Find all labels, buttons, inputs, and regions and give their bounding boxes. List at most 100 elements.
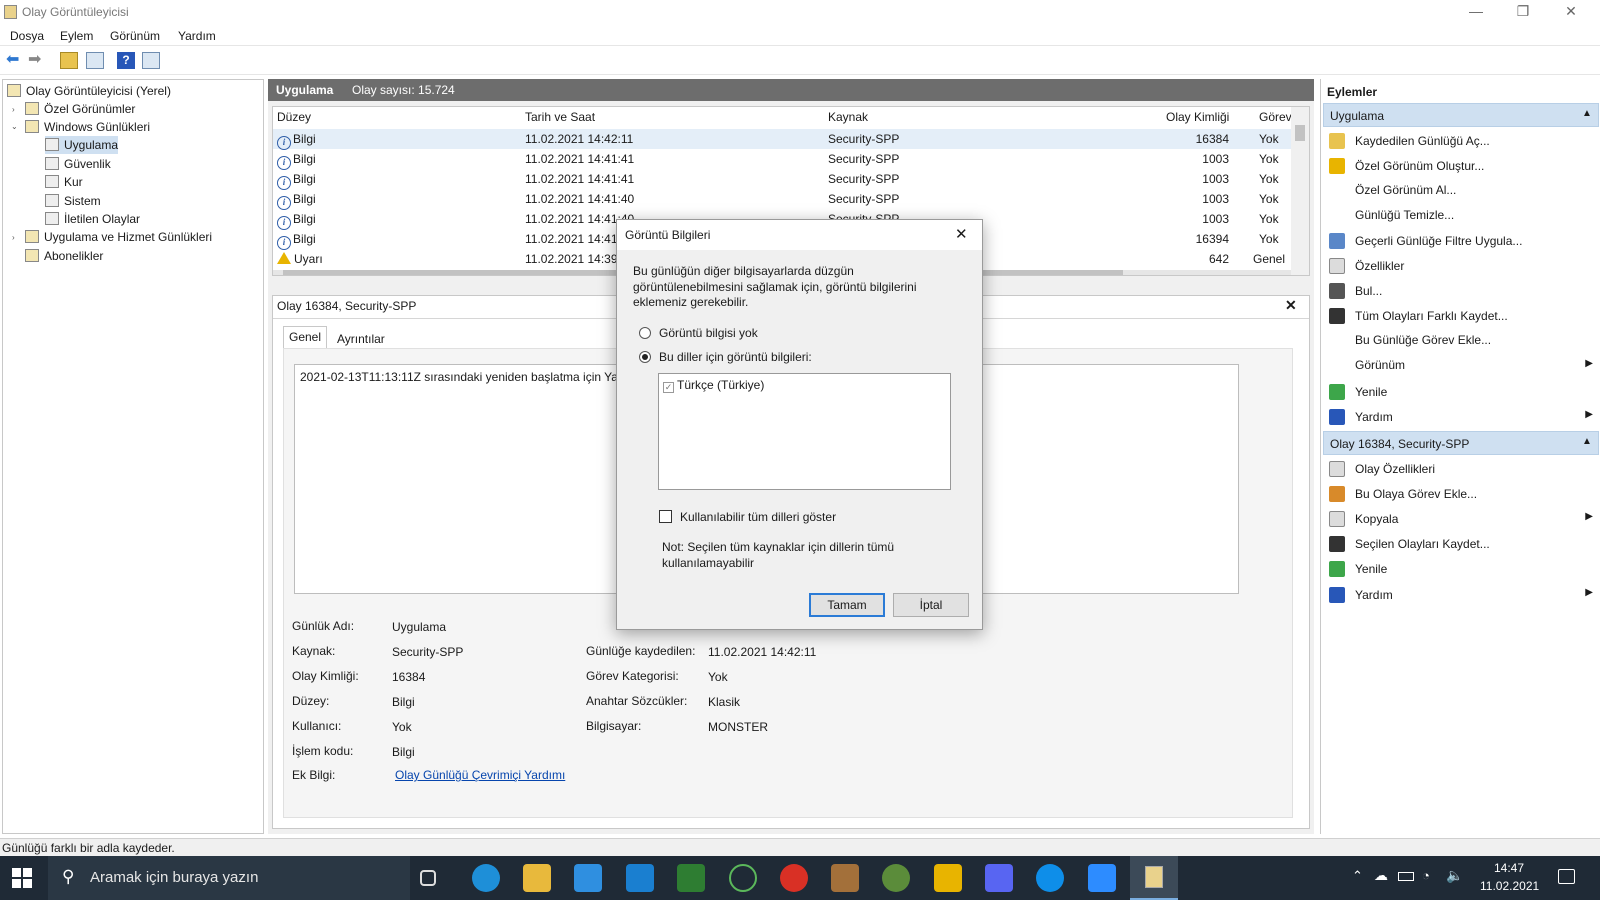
help-icon[interactable]: ? [117,52,135,69]
puzzle-app-icon[interactable] [934,864,962,892]
vscode-icon[interactable] [626,864,654,892]
file-explorer-icon[interactable] [523,864,551,892]
table-row[interactable]: iBilgi 11.02.2021 14:41:40 Security-SPP … [273,189,1291,210]
tree-root[interactable]: Olay Görüntüleyicisi (Yerel) [7,82,171,100]
tree-subscriptions[interactable]: Abonelikler [25,247,103,265]
table-row[interactable]: i Bilgi 11.02.2021 14:41:41 Security-SPP … [273,149,1291,170]
tray-chevron-icon[interactable]: ⌃ [1352,868,1363,884]
action-import-custom-view[interactable]: Özel Görünüm Al... [1329,183,1456,205]
action-find[interactable]: Bul... [1329,283,1382,305]
event-viewer-taskbar-item[interactable] [1130,856,1178,900]
action-save-all-events[interactable]: Tüm Olayları Farklı Kaydet... [1329,308,1508,330]
show-all-languages-checkbox[interactable]: Kullanılabilir tüm dilleri göster [659,510,836,524]
tree-windows-logs[interactable]: Windows Günlükleri [25,118,150,136]
forward-arrow-icon[interactable]: ➡ [28,52,46,69]
menu-file[interactable]: Dosya [10,29,44,43]
language-item[interactable]: ✓ Türkçe (Türkiye) [663,378,764,393]
upwork-icon[interactable] [729,864,757,892]
actions-section-application[interactable]: Uygulama ▲ [1323,103,1599,127]
zoom-icon[interactable] [1088,864,1116,892]
action-filter-log[interactable]: Geçerli Günlüğe Filtre Uygula... [1329,233,1522,255]
column-header-level[interactable]: Düzey [277,110,311,124]
radio-button[interactable] [639,327,651,339]
action-properties[interactable]: Özellikler [1329,258,1404,280]
action-event-properties[interactable]: Olay Özellikleri [1329,461,1435,483]
clock-time[interactable]: 14:47 [1494,861,1524,875]
tree-item-application[interactable]: Uygulama [45,136,119,154]
action-save-selected[interactable]: Seçilen Olayları Kaydet... [1329,536,1490,558]
vertical-scrollbar[interactable] [1291,107,1309,275]
collapse-up-icon[interactable]: ▲ [1582,108,1592,119]
action-refresh-event[interactable]: Yenile [1329,561,1387,583]
close-window-button[interactable]: ✕ [1548,0,1594,24]
table-row[interactable]: i Bilgi 11.02.2021 14:41:41 Security-SPP … [273,169,1291,190]
tree-item-setup[interactable]: Kur [45,173,83,191]
tree-item-system[interactable]: Sistem [45,192,101,210]
globe-app-icon[interactable] [882,864,910,892]
close-detail-icon[interactable]: ✕ [1285,297,1297,314]
show-hide-actions-icon[interactable] [142,52,160,69]
language-list[interactable]: ✓ Türkçe (Türkiye) [658,373,951,490]
action-view[interactable]: Görünüm ▶ [1329,358,1593,380]
action-copy[interactable]: Kopyala ▶ [1329,511,1593,533]
back-arrow-icon[interactable]: ⬅ [6,52,24,69]
action-attach-task-log[interactable]: Bu Günlüğe Görev Ekle... [1329,333,1491,355]
shield-app-icon[interactable] [677,864,705,892]
expand-icon[interactable]: › [12,233,15,242]
language-checkbox-checked[interactable]: ✓ [663,382,674,393]
teamviewer-icon[interactable] [1036,864,1064,892]
collapse-icon[interactable]: ⌄ [11,122,18,131]
onedrive-icon[interactable]: ☁ [1374,867,1388,884]
radio-display-info-languages[interactable]: Bu diller için görüntü bilgileri: [639,350,812,364]
edge-icon[interactable] [472,864,500,892]
column-header-date[interactable]: Tarih ve Saat [525,110,595,124]
action-help[interactable]: Yardım ▶ [1329,409,1593,431]
mail-icon[interactable] [574,864,602,892]
menu-view[interactable]: Görünüm [110,29,160,43]
discord-icon[interactable] [985,864,1013,892]
menu-action[interactable]: Eylem [60,29,93,43]
scroll-thumb[interactable] [1295,125,1305,141]
action-refresh[interactable]: Yenile [1329,384,1387,406]
ok-button[interactable]: Tamam [809,593,885,617]
wifi-icon[interactable]: ◔ [1422,868,1430,883]
tree-custom-views[interactable]: Özel Görünümler [25,100,135,118]
table-row[interactable]: i Bilgi 11.02.2021 14:42:11 Security-SPP … [273,129,1291,150]
notification-icon[interactable] [1558,869,1575,884]
paint-app-icon[interactable] [831,864,859,892]
cancel-button[interactable]: İptal [893,593,969,617]
column-header-event-id[interactable]: Olay Kimliği [1166,110,1229,124]
tree-item-security[interactable]: Güvenlik [45,155,111,173]
dialog-close-icon[interactable]: ✕ [955,225,968,243]
minimize-button[interactable]: — [1453,0,1499,24]
restore-button[interactable]: ❐ [1500,0,1546,24]
volume-icon[interactable]: 🔈 [1446,867,1463,884]
radio-no-display-info[interactable]: Görüntü bilgisi yok [639,326,758,340]
checkbox[interactable] [659,510,672,523]
online-help-link[interactable]: Olay Günlüğü Çevrimiçi Yardımı [395,768,565,782]
show-hide-tree-icon[interactable] [86,52,104,69]
chrome-icon[interactable] [780,864,808,892]
column-header-task[interactable]: Görev [1259,110,1292,124]
collapse-up-icon[interactable]: ▲ [1582,436,1592,447]
taskbar-search-box[interactable]: ⚲ Aramak için buraya yazın [48,856,410,900]
action-clear-log[interactable]: Günlüğü Temizle... [1329,208,1454,230]
expand-icon[interactable]: › [12,105,15,114]
start-button[interactable] [12,868,32,888]
radio-button[interactable] [639,351,651,363]
action-open-saved-log[interactable]: Kaydedilen Günlüğü Aç... [1329,133,1490,155]
clock-date[interactable]: 11.02.2021 [1480,879,1539,893]
action-attach-task-event[interactable]: Bu Olaya Görev Ekle... [1329,486,1477,508]
actions-section-event[interactable]: Olay 16384, Security-SPP ▲ [1323,431,1599,455]
menu-help[interactable]: Yardım [178,29,216,43]
battery-icon[interactable] [1398,872,1414,881]
action-create-custom-view[interactable]: Özel Görünüm Oluştur... [1329,158,1484,180]
task-view-icon[interactable] [420,870,436,886]
tree-item-forwarded[interactable]: İletilen Olaylar [45,210,140,228]
tree-app-service-logs[interactable]: Uygulama ve Hizmet Günlükleri [25,228,212,246]
tab-general[interactable]: Genel [283,326,327,348]
column-header-source[interactable]: Kaynak [828,110,868,124]
tab-details[interactable]: Ayrıntılar [333,329,389,349]
action-help-event[interactable]: Yardım ▶ [1329,587,1593,609]
folder-up-icon[interactable] [60,52,78,69]
